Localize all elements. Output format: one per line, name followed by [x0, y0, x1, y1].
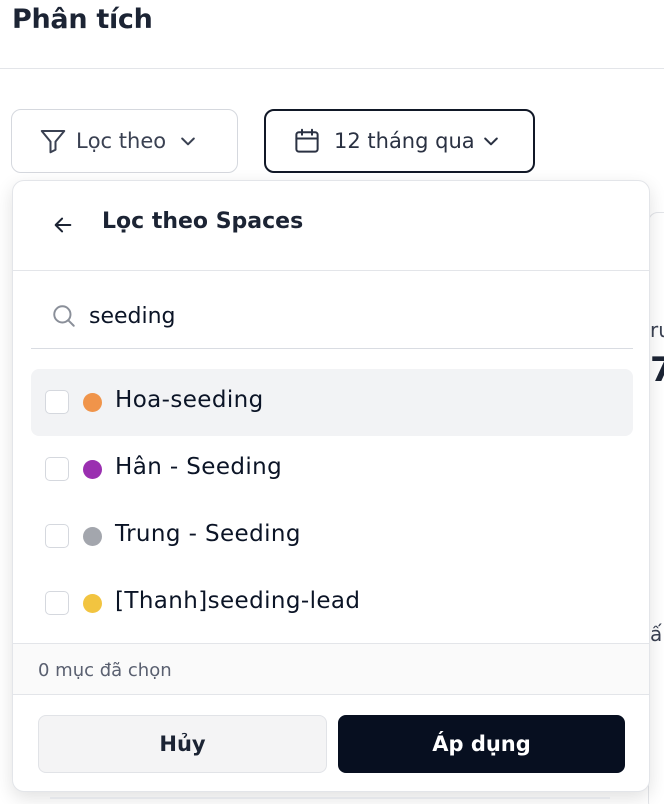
calendar-icon [292, 126, 322, 156]
panel-title: Lọc theo Spaces [102, 209, 304, 234]
back-button[interactable] [49, 211, 77, 239]
background-card [648, 212, 664, 804]
title-divider [0, 68, 664, 69]
checkbox[interactable] [45, 591, 69, 615]
date-range-button[interactable]: 12 tháng qua [264, 109, 535, 173]
color-dot [83, 527, 102, 546]
list-item-label: Trung - Seeding [115, 521, 301, 547]
selection-summary: 0 mục đã chọn [13, 643, 649, 695]
chevron-down-icon [178, 131, 198, 151]
checkbox[interactable] [45, 524, 69, 548]
list-item-label: Hân - Seeding [115, 454, 283, 480]
selected-count-text: 0 mục đã chọn [38, 660, 172, 681]
list-item-thanh-seeding-lead[interactable]: [Thanh]seeding-lead [31, 570, 633, 637]
filter-button-label: Lọc theo [76, 129, 167, 153]
filter-button[interactable]: Lọc theo [11, 109, 238, 173]
color-dot [83, 460, 102, 479]
color-dot [83, 594, 102, 613]
list-item-trung-seeding[interactable]: Trung - Seeding [31, 503, 633, 570]
arrow-left-icon [52, 214, 74, 236]
list-item-label: [Thanh]seeding-lead [115, 588, 361, 614]
background-text-fragment: ru [650, 318, 664, 342]
color-dot [83, 393, 102, 412]
spaces-list: Hoa-seeding Hân - Seeding Trung - Seedin… [31, 369, 633, 637]
search-row [31, 281, 633, 349]
search-icon [51, 303, 77, 329]
cancel-button[interactable]: Hủy [38, 715, 327, 773]
checkbox[interactable] [45, 457, 69, 481]
background-value-fragment: 7 [650, 350, 664, 390]
search-input[interactable] [89, 295, 609, 337]
list-item-han-seeding[interactable]: Hân - Seeding [31, 436, 633, 503]
background-divider [50, 797, 610, 799]
chevron-down-icon [481, 131, 501, 151]
page-title: Phân tích [12, 4, 153, 35]
background-text-fragment: ấ [650, 622, 663, 646]
checkbox[interactable] [45, 390, 69, 414]
apply-button[interactable]: Áp dụng [338, 715, 625, 773]
list-item-hoa-seeding[interactable]: Hoa-seeding [31, 369, 633, 436]
filter-spaces-panel: Lọc theo Spaces Hoa-seeding Hân - Seedin… [12, 180, 650, 792]
list-item-label: Hoa-seeding [115, 387, 264, 413]
date-range-label: 12 tháng qua [334, 129, 475, 153]
panel-header: Lọc theo Spaces [13, 181, 649, 271]
filter-icon [38, 126, 68, 156]
